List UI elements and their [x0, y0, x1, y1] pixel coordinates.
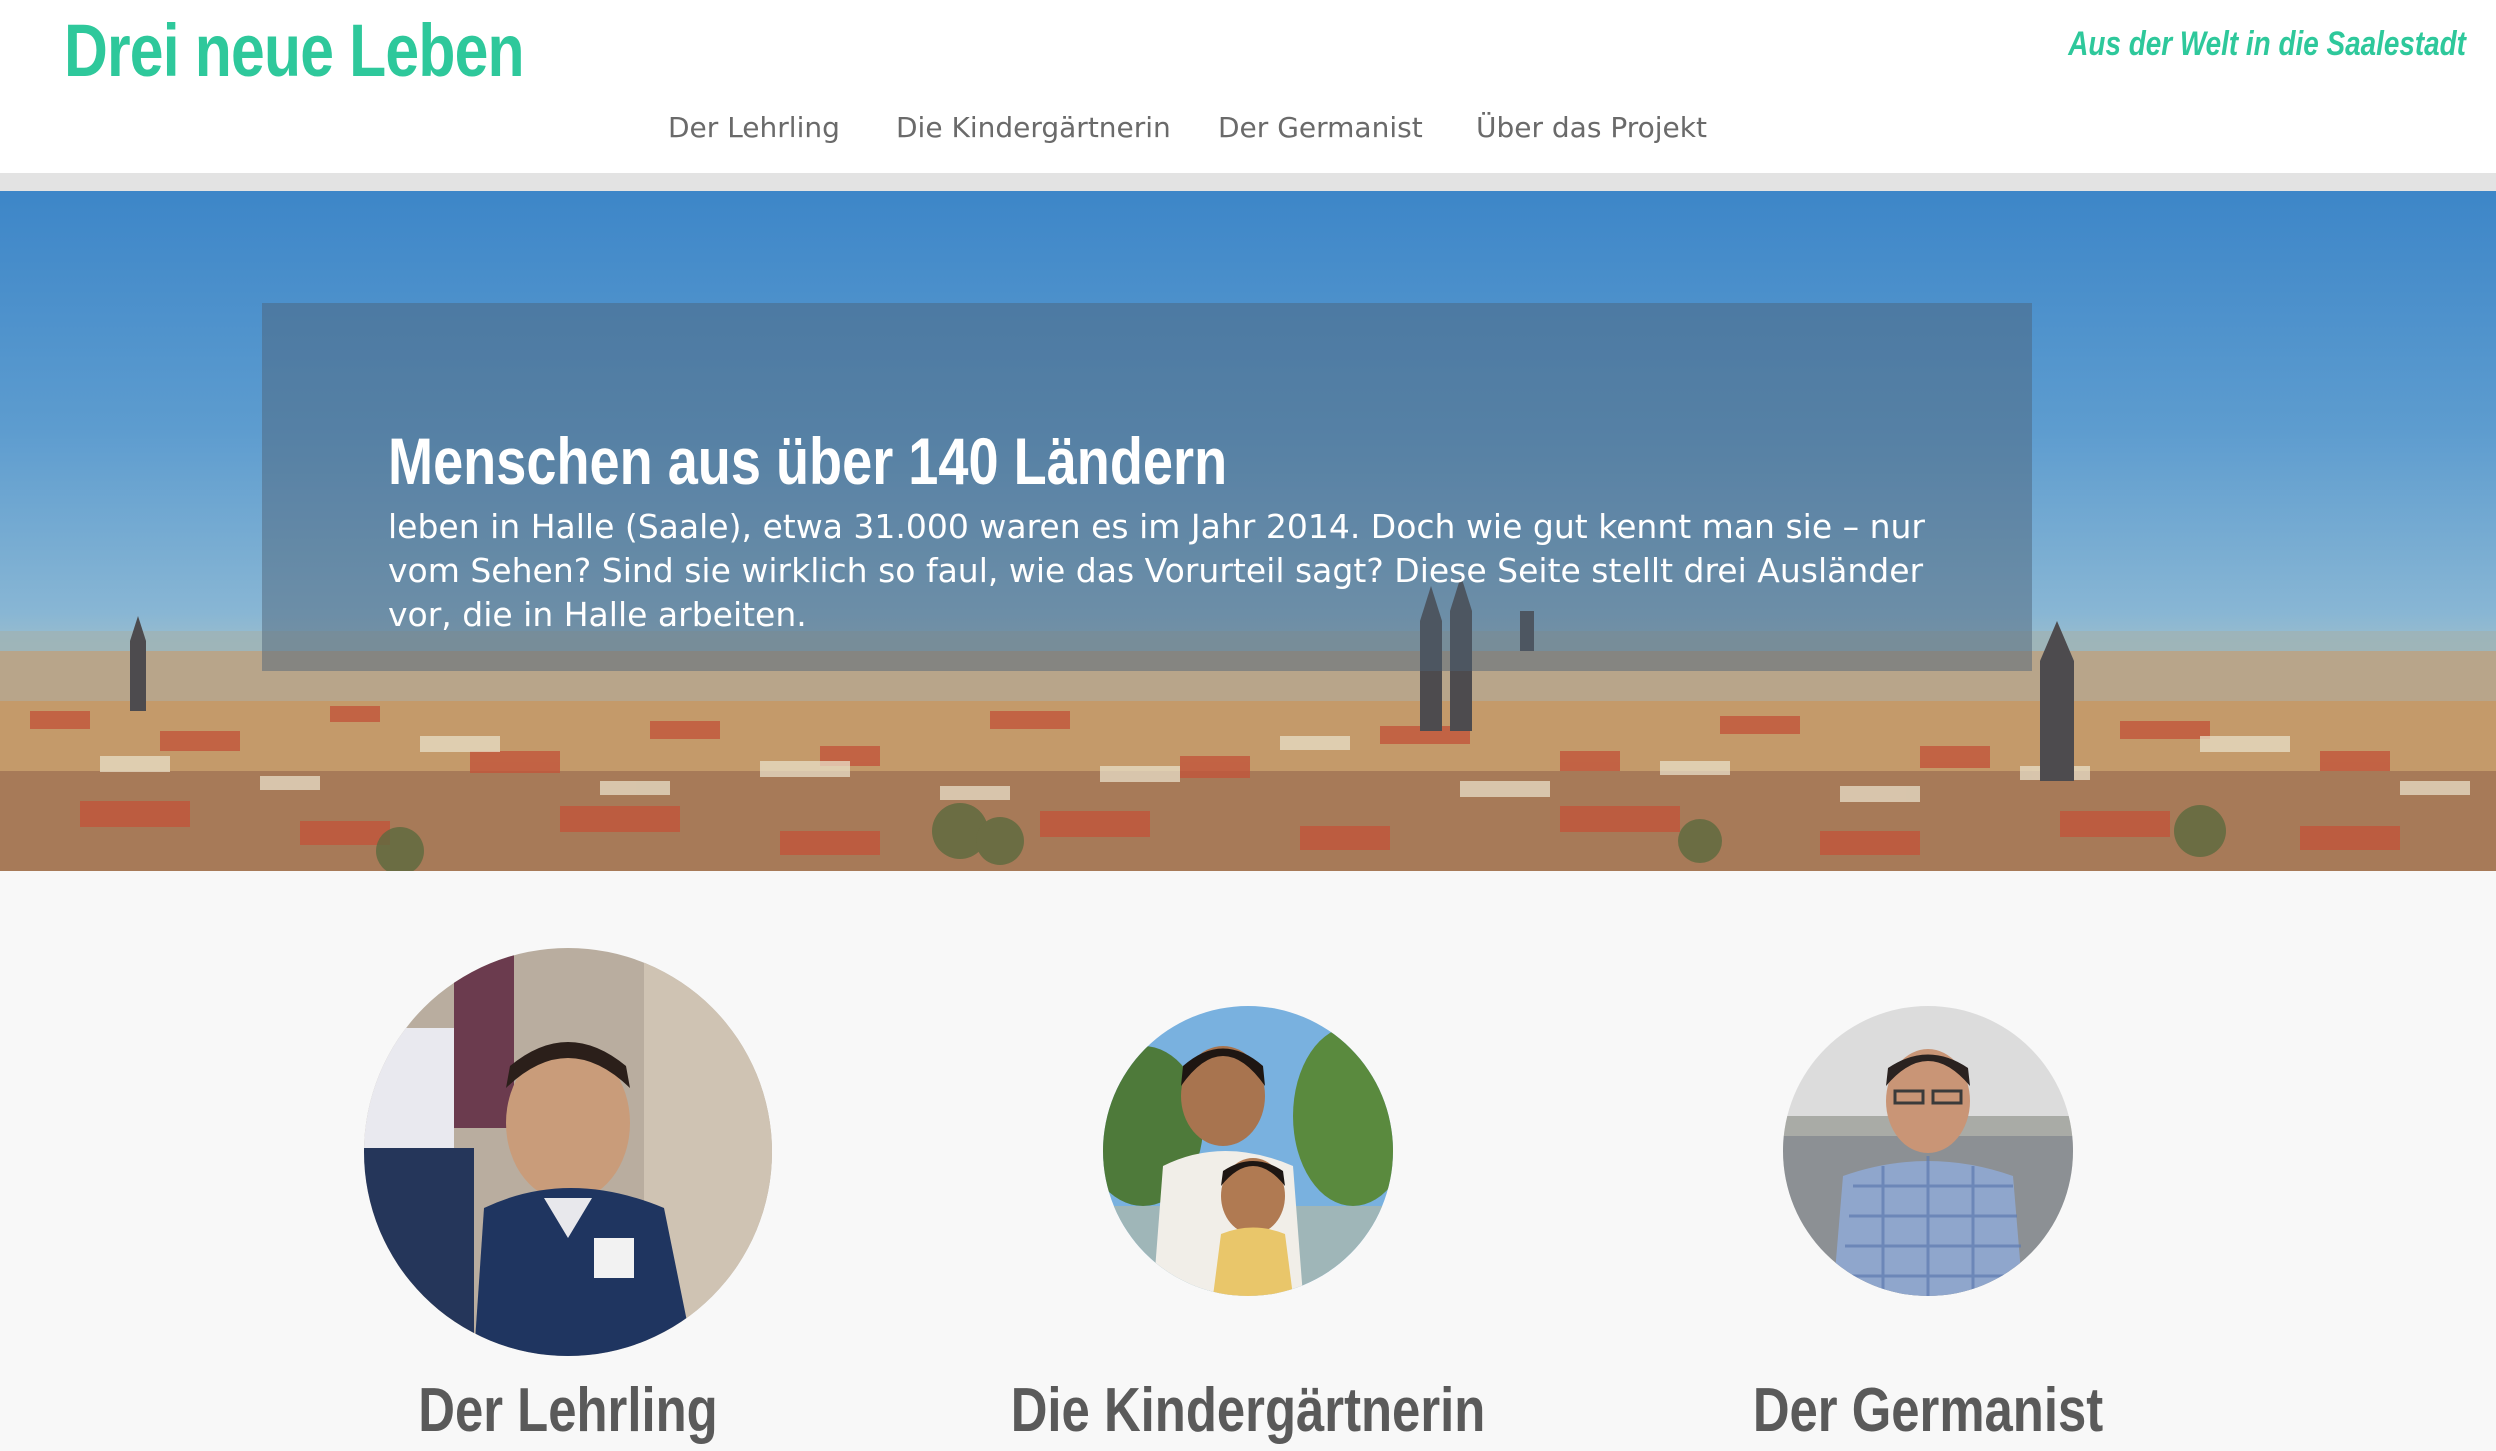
profile-der-lehrling[interactable]: Der Lehrling	[268, 871, 868, 1450]
site-tagline: Aus der Welt in die Saalestadt	[2068, 25, 2466, 63]
profile-photo-der-lehrling[interactable]	[364, 948, 772, 1356]
site-title[interactable]: Drei neue Leben	[64, 6, 525, 96]
profile-name-der-lehrling[interactable]: Der Lehrling	[322, 1371, 814, 1451]
nav-item-ueber-das-projekt[interactable]: Über das Projekt	[1476, 100, 1707, 156]
profile-name-der-germanist[interactable]: Der Germanist	[1682, 1371, 2174, 1451]
profiles-section: Der Lehrling Die Kindergärtnerin Der Ger…	[0, 871, 2496, 1450]
header-divider	[0, 173, 2496, 191]
nav-item-der-germanist[interactable]: Der Germanist	[1218, 100, 1423, 156]
site-header: Drei neue Leben Aus der Welt in die Saal…	[0, 0, 2496, 173]
profile-die-kindergaertnerin[interactable]: Die Kindergärtnerin	[948, 871, 1548, 1450]
hero-banner: Menschen aus über 140 Ländern leben in H…	[0, 191, 2496, 871]
profile-der-germanist[interactable]: Der Germanist	[1628, 871, 2228, 1450]
nav-item-die-kindergaertnerin[interactable]: Die Kindergärtnerin	[896, 100, 1171, 156]
hero-heading: Menschen aus über 140 Ländern	[388, 424, 1228, 498]
profile-name-die-kindergaertnerin[interactable]: Die Kindergärtnerin	[1002, 1371, 1494, 1451]
hero-text-panel: Menschen aus über 140 Ländern leben in H…	[262, 303, 2032, 671]
profile-photo-der-germanist[interactable]	[1783, 1006, 2073, 1296]
profile-photo-die-kindergaertnerin[interactable]	[1103, 1006, 1393, 1296]
hero-intro-text: leben in Halle (Saale), etwa 31.000 ware…	[388, 507, 1925, 634]
nav-item-der-lehrling[interactable]: Der Lehrling	[668, 100, 840, 156]
main-navigation: Der Lehrling Die Kindergärtnerin Der Ger…	[0, 100, 2496, 156]
